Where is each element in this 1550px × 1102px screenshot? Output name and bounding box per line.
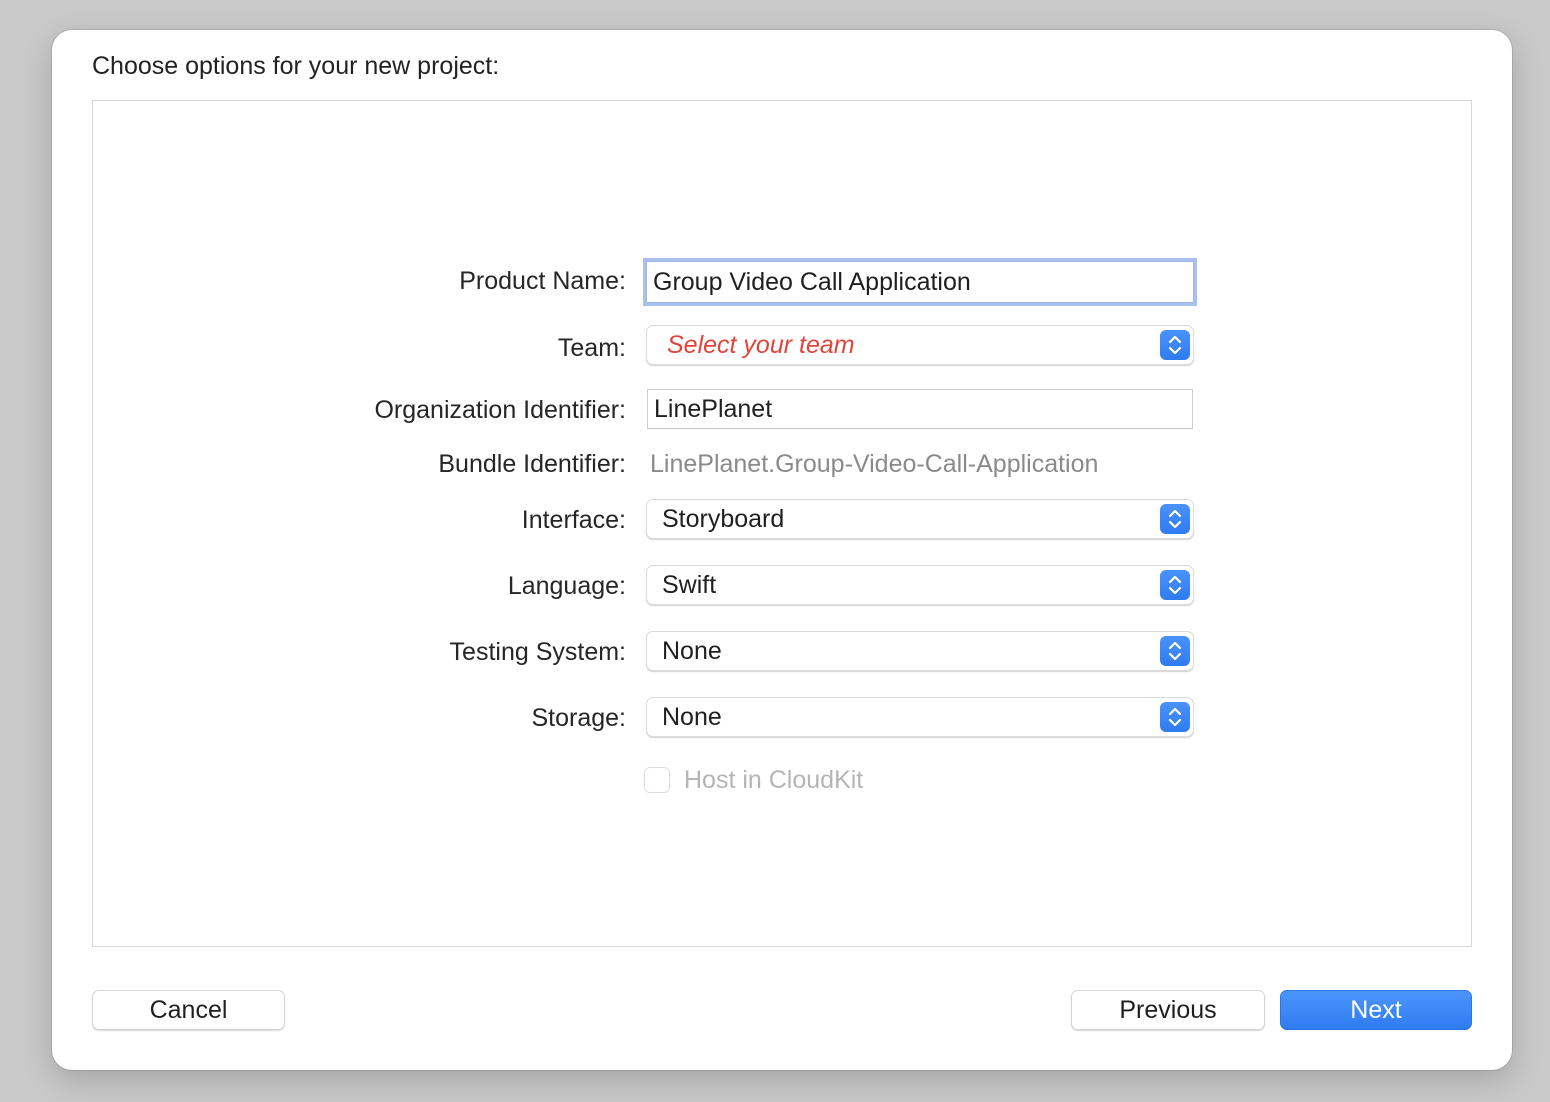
storage-popup-value: None [662, 703, 722, 731]
organization-identifier-label: Organization Identifier: [374, 396, 626, 424]
storage-popup-stepper-icon [1160, 702, 1190, 732]
language-popup-stepper-icon [1160, 570, 1190, 600]
storage-label: Storage: [531, 704, 626, 732]
product-name-label: Product Name: [459, 267, 626, 295]
testing-system-popup-stepper-icon [1160, 636, 1190, 666]
bundle-identifier-label: Bundle Identifier: [438, 450, 626, 478]
interface-popup-stepper-icon [1160, 504, 1190, 534]
interface-popup-value: Storyboard [662, 505, 785, 533]
testing-system-popup-value: None [662, 637, 722, 665]
bundle-identifier-value: LinePlanet.Group-Video-Call-Application [650, 450, 1099, 478]
product-name-field[interactable] [646, 261, 1194, 303]
team-popup-value: Select your team [667, 331, 855, 359]
interface-popup[interactable]: Storyboard [646, 499, 1194, 539]
team-label: Team: [557, 334, 626, 362]
host-in-cloudkit-checkbox[interactable] [644, 767, 670, 793]
sheet-title: Choose options for your new project: [92, 52, 500, 80]
language-label: Language: [507, 572, 626, 600]
team-popup-stepper-icon [1160, 330, 1190, 360]
options-panel: Product Name: Team: Select your team Org… [92, 100, 1472, 947]
team-popup[interactable]: Select your team [646, 325, 1194, 365]
storage-popup[interactable]: None [646, 697, 1194, 737]
next-button[interactable]: Next [1280, 990, 1472, 1030]
previous-button[interactable]: Previous [1071, 990, 1265, 1030]
testing-system-label: Testing System: [449, 638, 626, 666]
interface-label: Interface: [521, 506, 626, 534]
testing-system-popup[interactable]: None [646, 631, 1194, 671]
host-in-cloudkit-label: Host in CloudKit [684, 766, 864, 794]
cancel-button[interactable]: Cancel [92, 990, 285, 1030]
new-project-options-sheet: Choose options for your new project: Pro… [52, 30, 1512, 1070]
language-popup[interactable]: Swift [646, 565, 1194, 605]
language-popup-value: Swift [662, 571, 717, 599]
organization-identifier-field[interactable] [647, 389, 1193, 429]
